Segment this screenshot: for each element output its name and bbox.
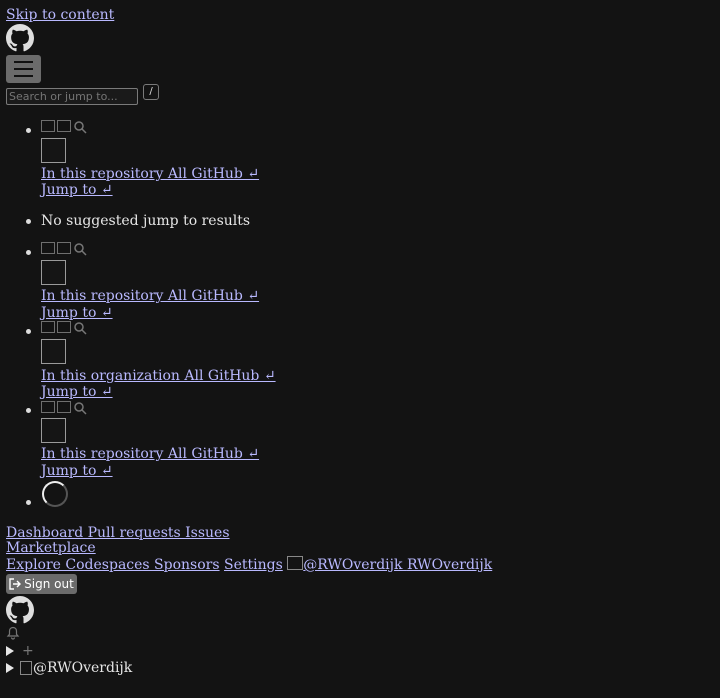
avatar-image bbox=[41, 418, 66, 443]
user-handle: @RWOverdijk bbox=[303, 557, 403, 573]
avatar-image bbox=[41, 138, 66, 163]
project-icon bbox=[57, 120, 71, 132]
repo-icon bbox=[41, 401, 55, 413]
list-bullet bbox=[26, 329, 31, 334]
list-bullet bbox=[26, 128, 31, 133]
list-bullet bbox=[26, 219, 31, 224]
user-menu[interactable]: @RWOverdijk bbox=[6, 660, 132, 676]
suggestion-icons bbox=[41, 401, 87, 415]
nav-settings-link[interactable]: Settings bbox=[224, 557, 283, 573]
jump-to-link[interactable]: Jump to ↵ bbox=[41, 463, 113, 479]
avatar-image bbox=[41, 339, 66, 364]
search-scope-link[interactable]: In this repository All GitHub ↵ bbox=[41, 288, 259, 304]
plus-icon: + bbox=[22, 643, 34, 659]
search-shortcut-key: / bbox=[143, 84, 159, 100]
nav-marketplace-link[interactable]: Marketplace bbox=[6, 540, 96, 556]
no-results-text: No suggested jump to results bbox=[41, 213, 251, 229]
user-name: RWOverdijk bbox=[406, 557, 493, 573]
search-input[interactable] bbox=[6, 88, 138, 105]
list-bullet bbox=[26, 500, 31, 505]
nav-links-secondary[interactable]: Explore Codespaces Sponsors bbox=[6, 557, 220, 573]
repo-icon bbox=[41, 242, 55, 254]
create-new-menu[interactable]: + bbox=[6, 644, 34, 658]
suggestion-icons bbox=[41, 242, 87, 256]
user-avatar-broken-image-icon bbox=[20, 661, 32, 675]
sign-out-button[interactable]: Sign out bbox=[6, 574, 77, 594]
sign-out-label: Sign out bbox=[24, 577, 74, 591]
project-icon bbox=[57, 401, 71, 413]
repo-icon bbox=[41, 321, 55, 333]
search-icon bbox=[74, 121, 87, 134]
loading-spinner-icon bbox=[42, 481, 68, 507]
notifications-bell-icon[interactable] bbox=[6, 626, 20, 644]
repo-icon bbox=[41, 120, 55, 132]
project-icon bbox=[57, 321, 71, 333]
sign-out-icon bbox=[9, 578, 22, 590]
nav-secondary-row: Explore Codespaces Sponsors Settings @RW… bbox=[6, 556, 492, 573]
search-icon bbox=[74, 402, 87, 415]
jump-to-link[interactable]: Jump to ↵ bbox=[41, 305, 113, 321]
hamburger-icon bbox=[14, 61, 33, 63]
nav-links-primary[interactable]: Dashboard Pull requests Issues bbox=[6, 525, 230, 541]
list-bullet bbox=[26, 250, 31, 255]
avatar-image bbox=[41, 260, 66, 285]
caret-right-icon bbox=[6, 663, 14, 673]
search-scope-link[interactable]: In this repository All GitHub ↵ bbox=[41, 446, 259, 462]
jump-to-link[interactable]: Jump to ↵ bbox=[41, 182, 113, 198]
project-icon bbox=[57, 242, 71, 254]
search-scope-link[interactable]: In this repository All GitHub ↵ bbox=[41, 166, 259, 182]
search-icon bbox=[74, 322, 87, 335]
skip-to-content-link[interactable]: Skip to content bbox=[6, 7, 114, 23]
user-handle: @RWOverdijk bbox=[33, 660, 133, 676]
github-logo-icon[interactable] bbox=[6, 24, 34, 52]
user-avatar-broken-image-icon bbox=[287, 556, 304, 570]
jump-to-link[interactable]: Jump to ↵ bbox=[41, 384, 113, 400]
github-logo-icon[interactable] bbox=[6, 596, 34, 624]
search-icon bbox=[74, 243, 87, 256]
list-bullet bbox=[26, 408, 31, 413]
search-scope-link[interactable]: In this organization All GitHub ↵ bbox=[41, 368, 276, 384]
caret-right-icon bbox=[6, 646, 14, 656]
suggestion-icons bbox=[41, 321, 87, 335]
suggestion-icons bbox=[41, 120, 87, 134]
nav-user-link[interactable]: @RWOverdijk RWOverdijk bbox=[287, 556, 493, 573]
hamburger-menu-button[interactable] bbox=[6, 55, 41, 83]
